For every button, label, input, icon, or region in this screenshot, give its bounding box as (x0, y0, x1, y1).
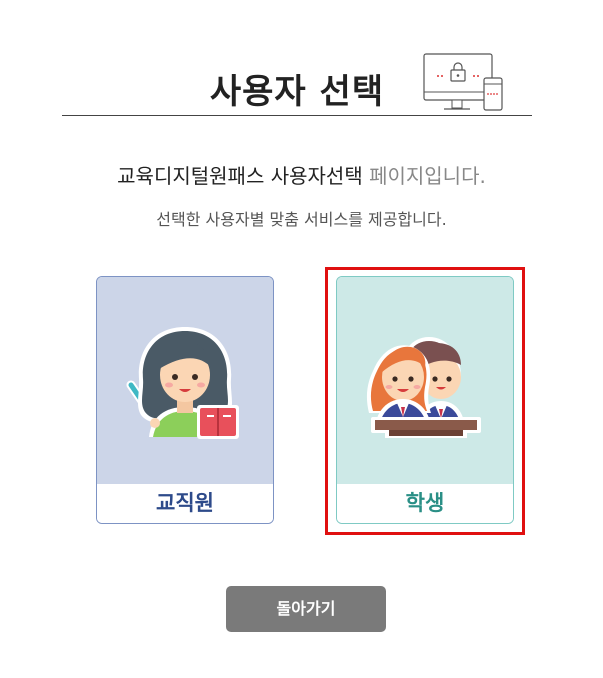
back-button[interactable]: 돌아가기 (226, 586, 386, 632)
page-header: 사용자 선택 (62, 48, 532, 116)
staff-card-label: 교직원 (97, 484, 273, 523)
selection-highlight (325, 267, 525, 535)
staff-card-image (97, 277, 273, 486)
intro-line-2: 선택한 사용자별 맞춤 서비스를 제공합니다. (156, 210, 447, 229)
intro-line-1: 교육디지털원패스 사용자선택 페이지입니다. (0, 160, 603, 189)
intro-muted-text: 페이지입니다. (369, 164, 486, 188)
devices-lock-icon (423, 53, 503, 111)
staff-card[interactable]: 교직원 (96, 276, 274, 524)
teacher-icon (126, 327, 239, 439)
intro-main-text: 교육디지털원패스 사용자선택 (117, 164, 363, 188)
